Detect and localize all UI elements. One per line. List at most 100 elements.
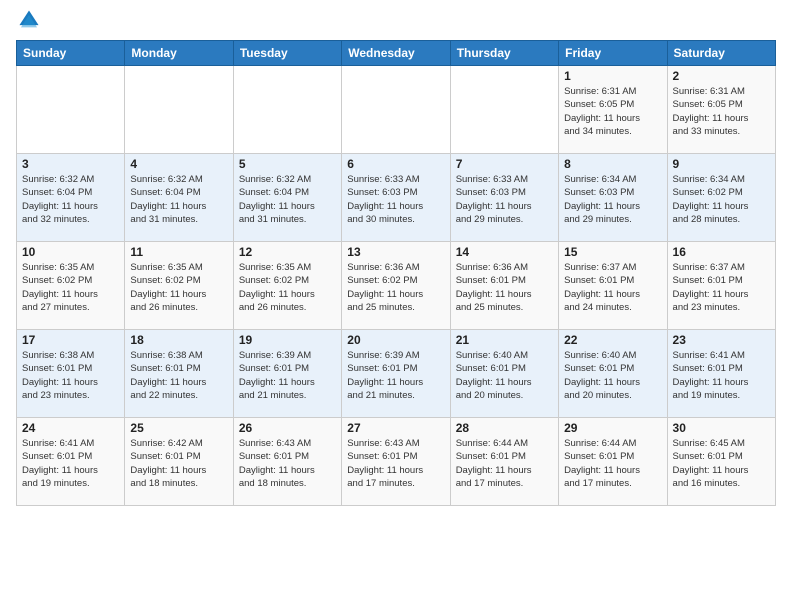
calendar-cell — [450, 66, 558, 154]
calendar-cell: 18 Sunrise: 6:38 AM Sunset: 6:01 PM Dayli… — [125, 330, 233, 418]
day-info: Sunrise: 6:37 AM Sunset: 6:01 PM Dayligh… — [673, 261, 770, 314]
calendar-header: SundayMondayTuesdayWednesdayThursdayFrid… — [17, 41, 776, 66]
day-info: Sunrise: 6:38 AM Sunset: 6:01 PM Dayligh… — [130, 349, 227, 402]
day-number: 29 — [564, 421, 661, 435]
day-number: 23 — [673, 333, 770, 347]
day-number: 25 — [130, 421, 227, 435]
day-number: 19 — [239, 333, 336, 347]
calendar-cell: 26 Sunrise: 6:43 AM Sunset: 6:01 PM Dayli… — [233, 418, 341, 506]
logo — [16, 10, 40, 34]
day-info: Sunrise: 6:41 AM Sunset: 6:01 PM Dayligh… — [673, 349, 770, 402]
day-number: 6 — [347, 157, 444, 171]
calendar-week-5: 24 Sunrise: 6:41 AM Sunset: 6:01 PM Dayli… — [17, 418, 776, 506]
day-number: 24 — [22, 421, 119, 435]
calendar-week-3: 10 Sunrise: 6:35 AM Sunset: 6:02 PM Dayli… — [17, 242, 776, 330]
day-number: 11 — [130, 245, 227, 259]
day-number: 16 — [673, 245, 770, 259]
day-info: Sunrise: 6:32 AM Sunset: 6:04 PM Dayligh… — [22, 173, 119, 226]
day-info: Sunrise: 6:35 AM Sunset: 6:02 PM Dayligh… — [239, 261, 336, 314]
day-info: Sunrise: 6:34 AM Sunset: 6:03 PM Dayligh… — [564, 173, 661, 226]
day-info: Sunrise: 6:40 AM Sunset: 6:01 PM Dayligh… — [564, 349, 661, 402]
day-info: Sunrise: 6:44 AM Sunset: 6:01 PM Dayligh… — [564, 437, 661, 490]
calendar-cell: 4Sunrise: 6:32 AM Sunset: 6:04 PM Daylig… — [125, 154, 233, 242]
day-info: Sunrise: 6:35 AM Sunset: 6:02 PM Dayligh… — [22, 261, 119, 314]
day-info: Sunrise: 6:40 AM Sunset: 6:01 PM Dayligh… — [456, 349, 553, 402]
day-info: Sunrise: 6:36 AM Sunset: 6:02 PM Dayligh… — [347, 261, 444, 314]
calendar-cell: 24 Sunrise: 6:41 AM Sunset: 6:01 PM Dayli… — [17, 418, 125, 506]
day-number: 21 — [456, 333, 553, 347]
calendar-cell: 14 Sunrise: 6:36 AM Sunset: 6:01 PM Dayli… — [450, 242, 558, 330]
day-info: Sunrise: 6:42 AM Sunset: 6:01 PM Dayligh… — [130, 437, 227, 490]
calendar-cell: 10 Sunrise: 6:35 AM Sunset: 6:02 PM Dayli… — [17, 242, 125, 330]
day-number: 20 — [347, 333, 444, 347]
calendar-cell: 23 Sunrise: 6:41 AM Sunset: 6:01 PM Dayli… — [667, 330, 775, 418]
calendar-cell: 22 Sunrise: 6:40 AM Sunset: 6:01 PM Dayli… — [559, 330, 667, 418]
day-number: 28 — [456, 421, 553, 435]
calendar-cell — [125, 66, 233, 154]
day-number: 10 — [22, 245, 119, 259]
weekday-header-friday: Friday — [559, 41, 667, 66]
calendar-cell: 28 Sunrise: 6:44 AM Sunset: 6:01 PM Dayli… — [450, 418, 558, 506]
weekday-header-wednesday: Wednesday — [342, 41, 450, 66]
calendar-cell: 21 Sunrise: 6:40 AM Sunset: 6:01 PM Dayli… — [450, 330, 558, 418]
logo-icon — [18, 9, 40, 31]
weekday-header-tuesday: Tuesday — [233, 41, 341, 66]
day-number: 4 — [130, 157, 227, 171]
day-number: 1 — [564, 69, 661, 83]
day-number: 30 — [673, 421, 770, 435]
calendar-cell: 11Sunrise: 6:35 AM Sunset: 6:02 PM Dayli… — [125, 242, 233, 330]
day-number: 22 — [564, 333, 661, 347]
weekday-header-saturday: Saturday — [667, 41, 775, 66]
weekday-header-monday: Monday — [125, 41, 233, 66]
day-info: Sunrise: 6:43 AM Sunset: 6:01 PM Dayligh… — [347, 437, 444, 490]
day-info: Sunrise: 6:34 AM Sunset: 6:02 PM Dayligh… — [673, 173, 770, 226]
day-number: 9 — [673, 157, 770, 171]
day-info: Sunrise: 6:41 AM Sunset: 6:01 PM Dayligh… — [22, 437, 119, 490]
calendar-cell: 2 Sunrise: 6:31 AM Sunset: 6:05 PM Daylig… — [667, 66, 775, 154]
day-info: Sunrise: 6:36 AM Sunset: 6:01 PM Dayligh… — [456, 261, 553, 314]
day-info: Sunrise: 6:45 AM Sunset: 6:01 PM Dayligh… — [673, 437, 770, 490]
day-info: Sunrise: 6:33 AM Sunset: 6:03 PM Dayligh… — [347, 173, 444, 226]
calendar-cell: 15 Sunrise: 6:37 AM Sunset: 6:01 PM Dayli… — [559, 242, 667, 330]
calendar-cell: 19 Sunrise: 6:39 AM Sunset: 6:01 PM Dayli… — [233, 330, 341, 418]
day-number: 18 — [130, 333, 227, 347]
calendar-cell: 7 Sunrise: 6:33 AM Sunset: 6:03 PM Daylig… — [450, 154, 558, 242]
day-number: 7 — [456, 157, 553, 171]
calendar-week-4: 17 Sunrise: 6:38 AM Sunset: 6:01 PM Dayli… — [17, 330, 776, 418]
day-number: 12 — [239, 245, 336, 259]
day-number: 2 — [673, 69, 770, 83]
day-info: Sunrise: 6:39 AM Sunset: 6:01 PM Dayligh… — [239, 349, 336, 402]
day-number: 14 — [456, 245, 553, 259]
calendar-cell — [233, 66, 341, 154]
calendar-cell: 25 Sunrise: 6:42 AM Sunset: 6:01 PM Dayli… — [125, 418, 233, 506]
day-info: Sunrise: 6:31 AM Sunset: 6:05 PM Dayligh… — [673, 85, 770, 138]
day-number: 15 — [564, 245, 661, 259]
calendar-cell: 30 Sunrise: 6:45 AM Sunset: 6:01 PM Dayli… — [667, 418, 775, 506]
day-info: Sunrise: 6:38 AM Sunset: 6:01 PM Dayligh… — [22, 349, 119, 402]
day-number: 26 — [239, 421, 336, 435]
calendar-week-1: 1 Sunrise: 6:31 AM Sunset: 6:05 PM Daylig… — [17, 66, 776, 154]
calendar-cell: 29 Sunrise: 6:44 AM Sunset: 6:01 PM Dayli… — [559, 418, 667, 506]
day-number: 27 — [347, 421, 444, 435]
day-info: Sunrise: 6:44 AM Sunset: 6:01 PM Dayligh… — [456, 437, 553, 490]
calendar-cell: 27 Sunrise: 6:43 AM Sunset: 6:01 PM Dayli… — [342, 418, 450, 506]
calendar-cell: 12 Sunrise: 6:35 AM Sunset: 6:02 PM Dayli… — [233, 242, 341, 330]
calendar-cell — [17, 66, 125, 154]
weekday-row: SundayMondayTuesdayWednesdayThursdayFrid… — [17, 41, 776, 66]
calendar-cell — [342, 66, 450, 154]
weekday-header-sunday: Sunday — [17, 41, 125, 66]
day-number: 5 — [239, 157, 336, 171]
day-number: 8 — [564, 157, 661, 171]
calendar-cell: 20Sunrise: 6:39 AM Sunset: 6:01 PM Dayli… — [342, 330, 450, 418]
weekday-header-thursday: Thursday — [450, 41, 558, 66]
day-info: Sunrise: 6:31 AM Sunset: 6:05 PM Dayligh… — [564, 85, 661, 138]
day-number: 13 — [347, 245, 444, 259]
calendar-cell: 16 Sunrise: 6:37 AM Sunset: 6:01 PM Dayli… — [667, 242, 775, 330]
day-info: Sunrise: 6:32 AM Sunset: 6:04 PM Dayligh… — [239, 173, 336, 226]
day-info: Sunrise: 6:37 AM Sunset: 6:01 PM Dayligh… — [564, 261, 661, 314]
calendar-cell: 1 Sunrise: 6:31 AM Sunset: 6:05 PM Daylig… — [559, 66, 667, 154]
day-info: Sunrise: 6:33 AM Sunset: 6:03 PM Dayligh… — [456, 173, 553, 226]
day-number: 17 — [22, 333, 119, 347]
calendar-cell: 13 Sunrise: 6:36 AM Sunset: 6:02 PM Dayli… — [342, 242, 450, 330]
day-info: Sunrise: 6:43 AM Sunset: 6:01 PM Dayligh… — [239, 437, 336, 490]
